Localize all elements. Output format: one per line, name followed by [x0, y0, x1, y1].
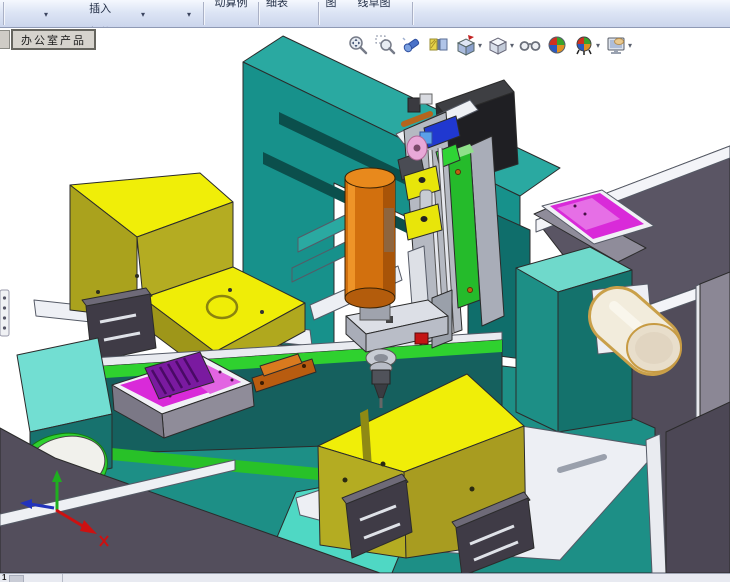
zoom-to-fit-icon — [349, 36, 368, 55]
view-settings-button[interactable]: ▾ — [604, 33, 633, 57]
document-tab[interactable]: 办公室产品 — [11, 29, 96, 50]
left-edge-part[interactable] — [0, 289, 10, 337]
toolbar-separator — [258, 2, 259, 25]
appearance-sphere-icon — [548, 36, 566, 54]
toolbar-separator — [318, 2, 319, 25]
eyeglasses-icon — [519, 41, 541, 51]
edit-appearance-button[interactable] — [545, 33, 569, 57]
dispenser-cylinder[interactable] — [344, 167, 396, 321]
zoom-to-fit-button[interactable] — [346, 33, 370, 57]
viewport-3d[interactable] — [0, 0, 730, 582]
dropdown-caret: ▾ — [628, 40, 633, 50]
toolbar-separator — [203, 2, 204, 25]
tab-stub[interactable] — [0, 30, 10, 49]
apply-scene-button[interactable]: ▾ — [572, 33, 601, 57]
scene-beetle-icon — [576, 36, 592, 55]
view-orientation-button[interactable]: ▾ — [454, 33, 483, 57]
zoom-to-area-icon — [375, 35, 396, 55]
zoom-to-area-button[interactable] — [373, 33, 397, 57]
dropdown-caret[interactable]: ▾ — [187, 10, 191, 19]
previous-view-icon — [402, 37, 420, 53]
toolbar-separator — [412, 2, 413, 25]
dropdown-caret[interactable]: ▾ — [141, 10, 145, 19]
dropdown-caret: ▾ — [478, 40, 483, 50]
motion-study-button[interactable]: 动算例 — [207, 0, 255, 9]
status-box — [9, 575, 24, 582]
dropdown-caret[interactable]: ▾ — [44, 10, 48, 19]
view-settings-monitor-icon — [607, 37, 625, 54]
previous-view-button[interactable] — [400, 33, 424, 57]
dropdown-caret: ▾ — [510, 40, 515, 50]
dropdown-caret: ▾ — [596, 40, 601, 50]
command-toolbar: ▾ 插入 部件 ▾ ▾ 动算例 细表 图 线草图 — [0, 0, 730, 28]
explode-line-sketch-button[interactable]: 线草图 — [350, 0, 398, 9]
status-left-text: 1 — [2, 573, 7, 582]
section-view-button[interactable] — [427, 33, 451, 57]
solidworks-window: ▾ 插入 部件 ▾ ▾ 动算例 细表 图 线草图 办公室产品 — [0, 0, 730, 582]
hide-show-items-button[interactable] — [518, 33, 542, 57]
display-style-button[interactable]: ▾ — [486, 33, 515, 57]
insert-components-button[interactable]: 插入 部件 — [62, 0, 120, 27]
view-orientation-icon — [456, 35, 476, 56]
exploded-view-button[interactable]: 图 — [322, 0, 340, 9]
bom-table-button[interactable]: 细表 — [262, 0, 292, 9]
section-view-icon — [429, 38, 448, 51]
toolbar-separator — [3, 2, 4, 25]
display-style-icon — [488, 37, 508, 55]
heads-up-view-toolbar: ▾ ▾ ▾ ▾ — [346, 33, 633, 57]
status-divider — [62, 574, 63, 582]
status-bar: 1 — [0, 573, 730, 582]
